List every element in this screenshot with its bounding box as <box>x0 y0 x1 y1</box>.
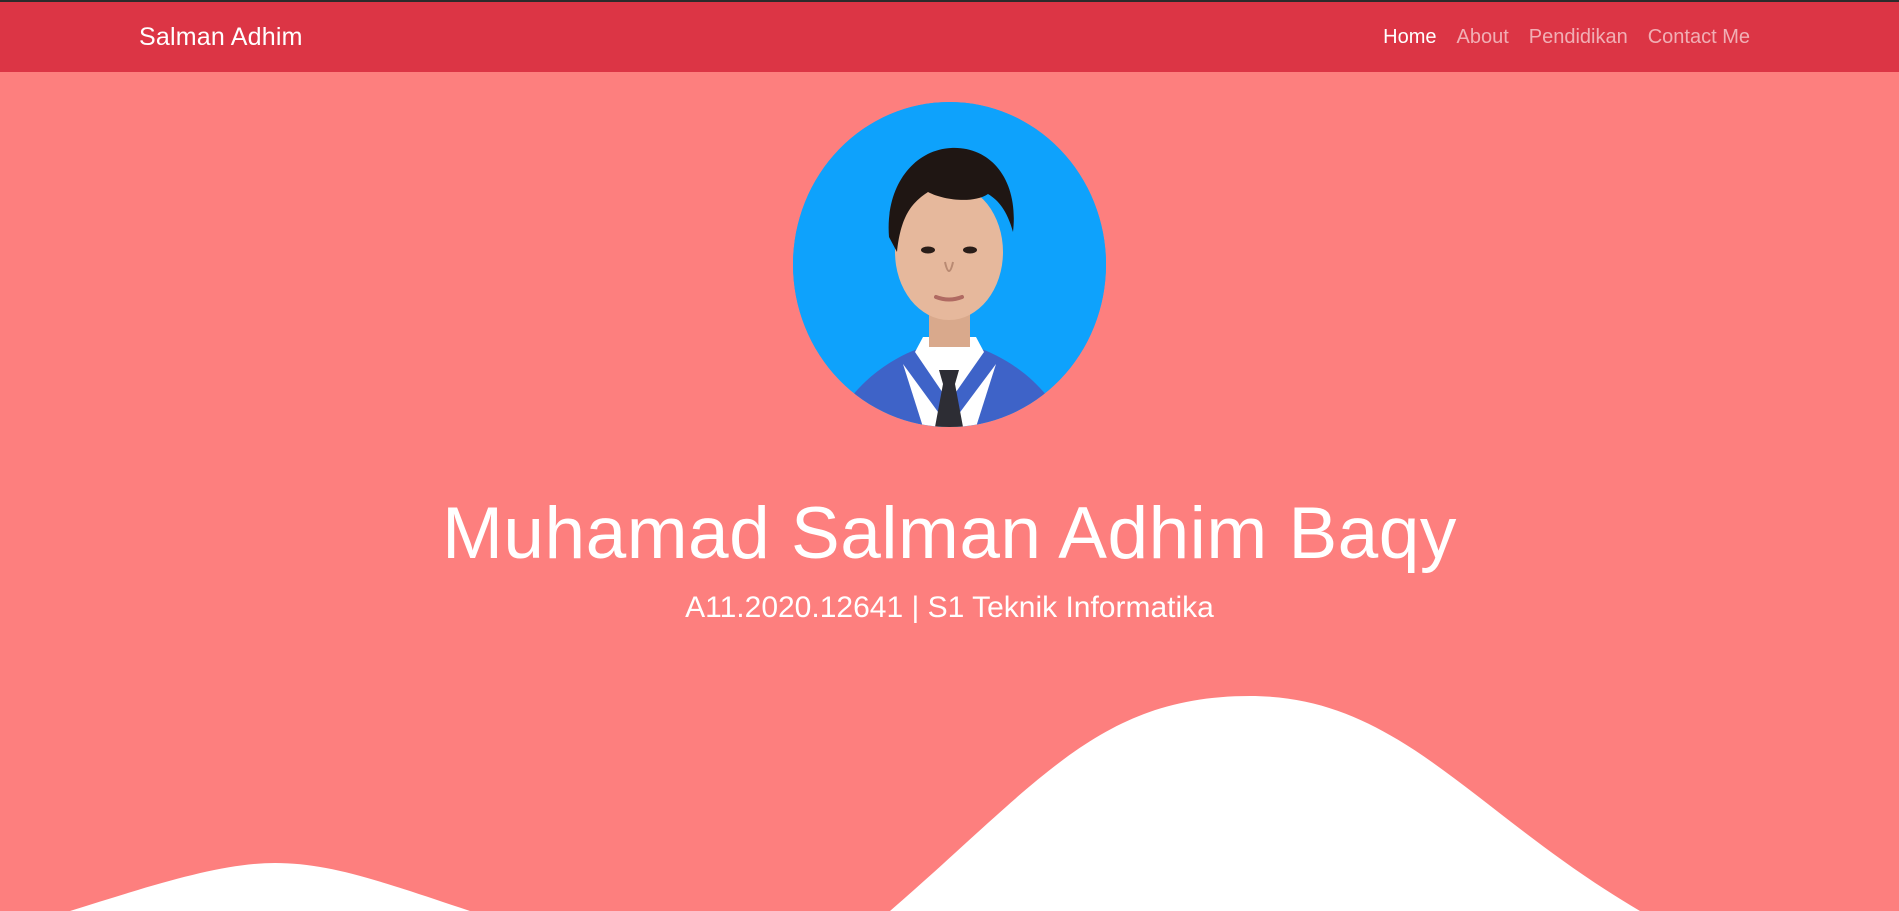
navbar: Salman Adhim Home About Pendidikan Conta… <box>0 0 1899 72</box>
brand-link[interactable]: Salman Adhim <box>139 23 303 52</box>
nav-link-home[interactable]: Home <box>1383 26 1436 48</box>
nav-item-home: Home <box>1383 26 1436 49</box>
nav-item-contact: Contact Me <box>1648 26 1750 49</box>
hero-subtitle: A11.2020.12641 | S1 Teknik Informatika <box>685 591 1214 624</box>
nav-link-pendidikan[interactable]: Pendidikan <box>1529 26 1628 48</box>
wave-divider <box>0 696 1899 911</box>
profile-photo <box>793 102 1106 427</box>
nav-item-about: About <box>1457 26 1509 49</box>
hero-name: Muhamad Salman Adhim Baqy <box>442 493 1457 574</box>
nav-item-pendidikan: Pendidikan <box>1529 26 1628 49</box>
hero-section: Muhamad Salman Adhim Baqy A11.2020.12641… <box>0 72 1899 911</box>
profile-portrait-icon <box>793 102 1106 427</box>
nav-link-about[interactable]: About <box>1457 26 1509 48</box>
nav-link-contact[interactable]: Contact Me <box>1648 26 1750 48</box>
nav-links: Home About Pendidikan Contact Me <box>1383 26 1750 49</box>
